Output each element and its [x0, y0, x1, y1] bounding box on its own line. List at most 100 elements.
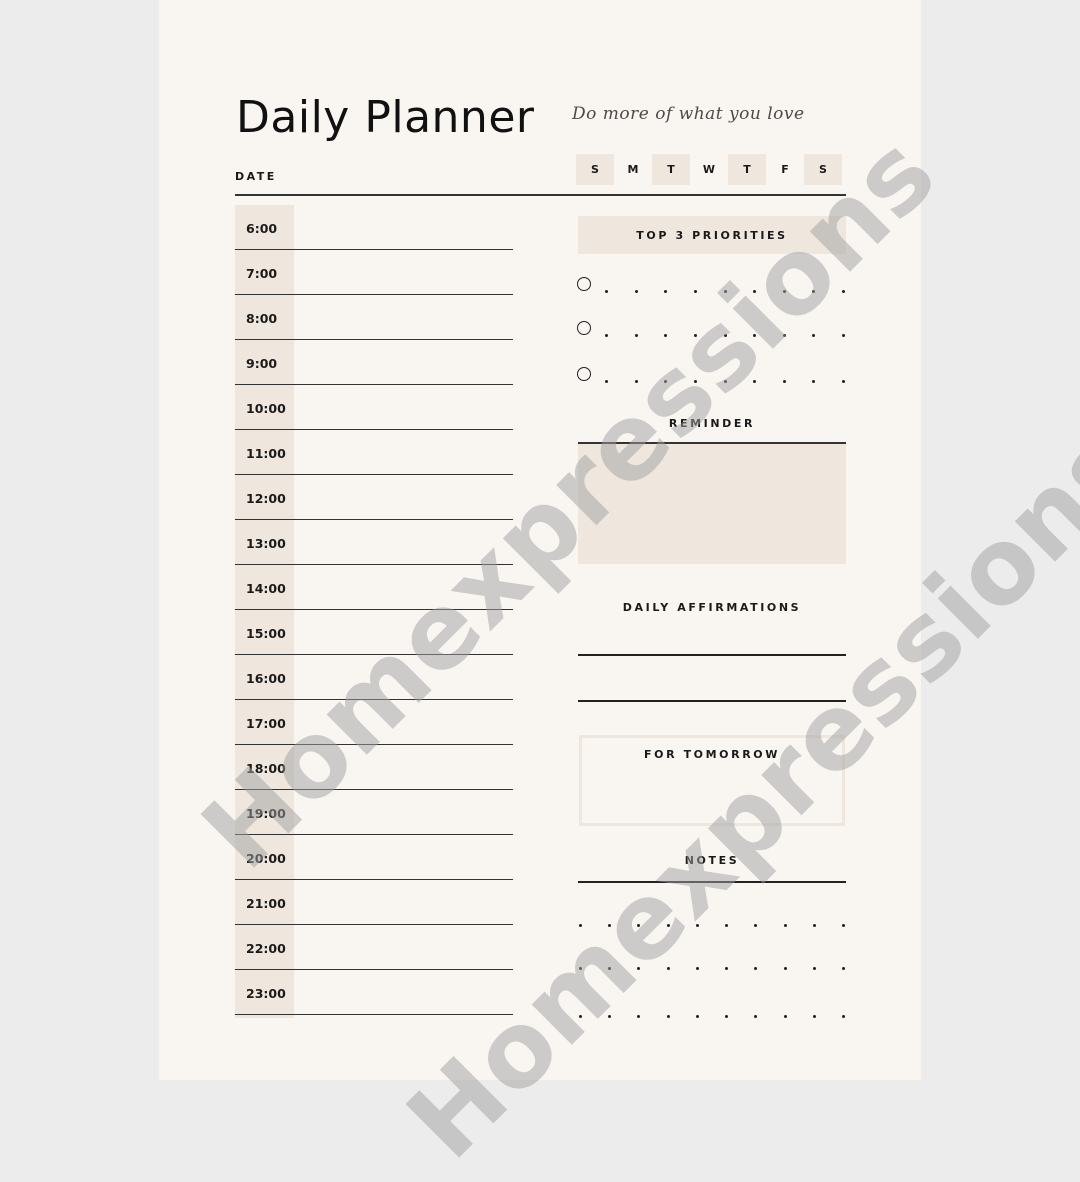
dot	[725, 924, 729, 927]
notes-dot-row[interactable]	[579, 924, 845, 927]
hour-slot[interactable]: 8:00	[235, 295, 513, 340]
priority-checkbox-icon[interactable]	[577, 321, 591, 335]
quote-text: Do more of what you love	[572, 104, 805, 124]
hour-label: 10:00	[246, 401, 286, 416]
dot	[579, 1015, 582, 1018]
dot	[841, 967, 845, 970]
dot	[695, 967, 699, 970]
dot	[783, 967, 787, 970]
priority-item[interactable]	[577, 321, 847, 341]
weekday-thu[interactable]: T	[728, 154, 766, 185]
hour-slot[interactable]: 9:00	[235, 340, 513, 385]
dot	[753, 380, 757, 383]
hour-slot[interactable]: 6:00	[235, 205, 513, 250]
hour-slot[interactable]: 12:00	[235, 475, 513, 520]
dot	[753, 290, 757, 293]
dot	[782, 380, 786, 383]
hour-slot[interactable]: 23:00	[235, 970, 513, 1015]
dot	[693, 290, 697, 293]
weekday-fri[interactable]: F	[766, 154, 804, 185]
dot	[634, 334, 638, 337]
hour-slot[interactable]: 10:00	[235, 385, 513, 430]
dot	[666, 1015, 670, 1018]
dot	[783, 1015, 787, 1018]
date-input-line[interactable]	[235, 194, 846, 196]
dot	[608, 967, 612, 970]
hour-slot[interactable]: 17:00	[235, 700, 513, 745]
hour-label: 21:00	[246, 896, 286, 911]
dot	[634, 290, 638, 293]
affirmation-line[interactable]	[578, 654, 846, 656]
dot	[666, 924, 670, 927]
weekday-mon[interactable]: M	[614, 154, 652, 185]
dot	[783, 924, 787, 927]
dot	[723, 290, 727, 293]
reminder-heading: REMINDER	[668, 417, 756, 430]
priority-checkbox-icon[interactable]	[577, 277, 591, 291]
priority-item[interactable]	[577, 277, 847, 297]
dot	[812, 334, 816, 337]
dot	[664, 290, 668, 293]
hour-label: 12:00	[246, 491, 286, 506]
dot	[841, 1015, 845, 1018]
hour-label: 8:00	[246, 311, 278, 326]
hour-slot[interactable]: 7:00	[235, 250, 513, 295]
notes-dot-row[interactable]	[579, 967, 845, 970]
hour-label: 20:00	[246, 851, 286, 866]
dot	[782, 334, 786, 337]
dot	[693, 380, 697, 383]
dot	[605, 290, 608, 293]
dot	[608, 924, 612, 927]
dot	[812, 1015, 816, 1018]
dot	[637, 1015, 641, 1018]
hour-label: 17:00	[246, 716, 286, 731]
dot	[664, 334, 668, 337]
hourly-schedule: 6:00 7:00 8:00 9:00 10:00 11:00 12:00 13:00 14:0…	[235, 205, 513, 1018]
dot	[637, 924, 641, 927]
weekday-wed[interactable]: W	[690, 154, 728, 185]
dot	[637, 967, 641, 970]
weekday-tue[interactable]: T	[652, 154, 690, 185]
date-label: DATE	[235, 170, 277, 183]
hour-line	[235, 1013, 513, 1015]
hour-slot[interactable]: 21:00	[235, 880, 513, 925]
dot	[754, 1015, 758, 1018]
hour-slot[interactable]: 18:00	[235, 745, 513, 790]
hour-slot[interactable]: 14:00	[235, 565, 513, 610]
affirmations-heading: DAILY AFFIRMATIONS	[622, 601, 802, 614]
hour-slot[interactable]: 19:00	[235, 790, 513, 835]
affirmation-line[interactable]	[578, 700, 846, 702]
hour-label: 7:00	[246, 266, 278, 281]
dot	[666, 967, 670, 970]
hour-slot[interactable]: 15:00	[235, 610, 513, 655]
weekday-sun[interactable]: S	[576, 154, 614, 185]
priority-item[interactable]	[577, 367, 847, 387]
hour-label: 23:00	[246, 986, 286, 1001]
dotted-line	[605, 380, 845, 383]
dot	[842, 380, 845, 383]
reminder-box[interactable]	[578, 444, 846, 564]
hour-slot[interactable]: 20:00	[235, 835, 513, 880]
dot	[605, 334, 608, 337]
hour-slot[interactable]: 11:00	[235, 430, 513, 475]
dot	[812, 380, 816, 383]
weekday-sat[interactable]: S	[804, 154, 842, 185]
weekday-selector: S M T W T F S	[576, 154, 842, 185]
hour-label: 18:00	[246, 761, 286, 776]
hour-slot[interactable]: 13:00	[235, 520, 513, 565]
dot	[664, 380, 668, 383]
dot	[579, 924, 582, 927]
dot	[695, 924, 699, 927]
hour-label: 16:00	[246, 671, 286, 686]
dot	[754, 924, 758, 927]
priority-checkbox-icon[interactable]	[577, 367, 591, 381]
dot	[605, 380, 608, 383]
hour-label: 22:00	[246, 941, 286, 956]
hour-slot[interactable]: 16:00	[235, 655, 513, 700]
notes-heading: NOTES	[684, 854, 740, 867]
dotted-line	[605, 290, 845, 293]
notes-dot-row[interactable]	[579, 1015, 845, 1018]
hour-slot[interactable]: 22:00	[235, 925, 513, 970]
dot	[695, 1015, 699, 1018]
page-title: Daily Planner	[236, 92, 535, 143]
